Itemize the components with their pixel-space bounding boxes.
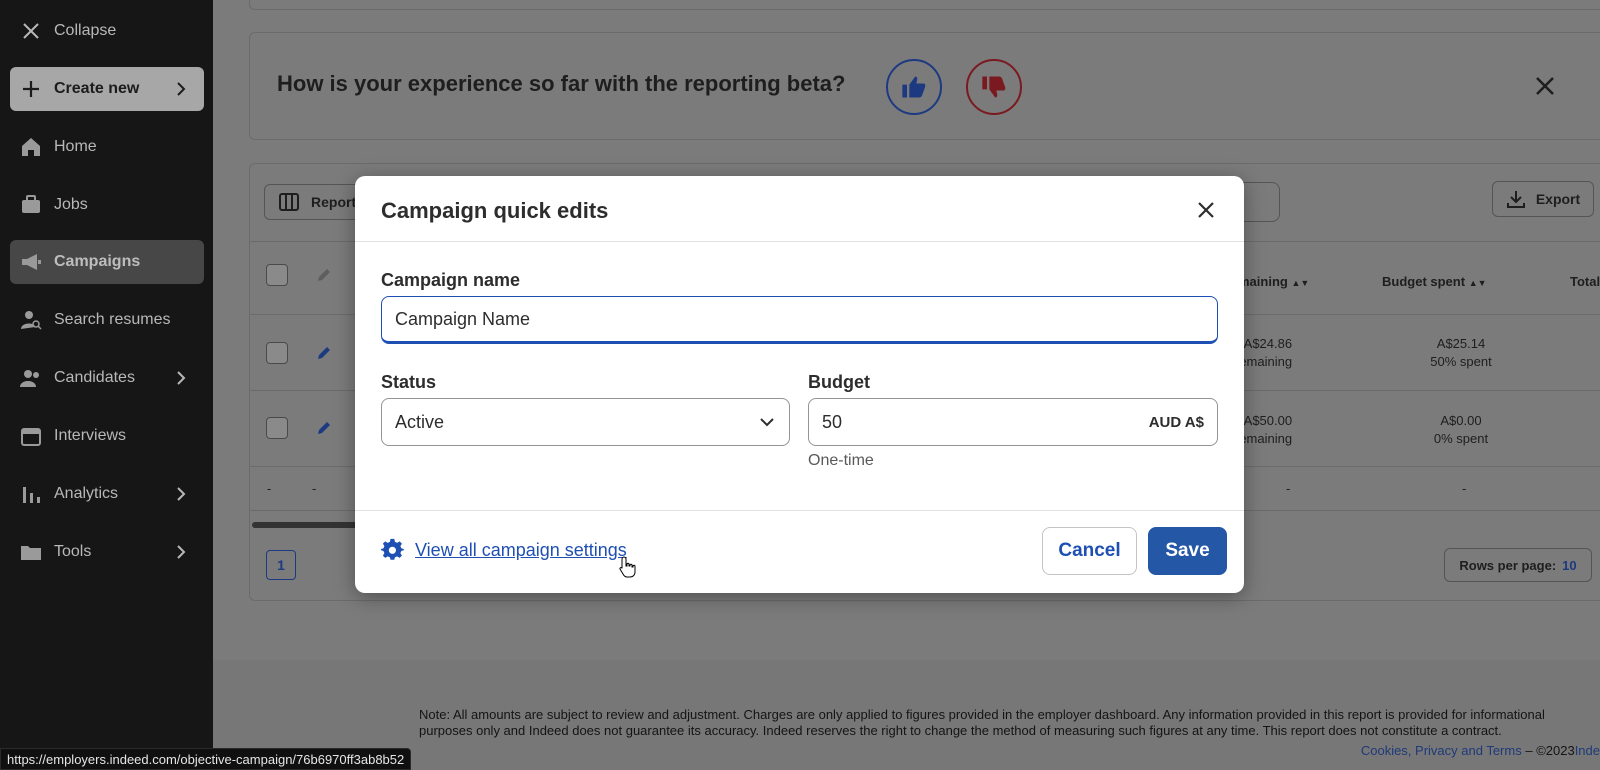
divider [355,241,1244,242]
chevron-right-icon [177,82,186,96]
sidebar-item-label: Campaigns [54,253,141,270]
rows-per-page-value: 10 [1562,557,1577,573]
hand-cursor-icon [619,556,636,578]
megaphone-icon [20,251,42,273]
horizontal-scrollbar[interactable] [252,522,362,528]
divider [355,510,1244,511]
campaign-name-input[interactable]: Campaign Name [381,296,1218,344]
dialog-title: Campaign quick edits [381,198,609,223]
totals-cell: - [267,481,272,496]
select-all-checkbox[interactable] [266,264,288,286]
sidebar-item-label: Interviews [54,427,127,444]
pencil-icon[interactable] [316,420,332,436]
sidebar-item-tools[interactable]: Tools [10,530,204,574]
table-cell-budget-spent: A$0.00 0% spent [1433,413,1489,446]
currency-suffix: AUD A$ [1148,413,1204,431]
campaign-name-value: Campaign Name [395,308,531,329]
sidebar-item-analytics[interactable]: Analytics [10,472,204,516]
budget-value: 50 [822,411,843,432]
settings-link-label: View all campaign settings [415,539,627,560]
top-card-edge [249,0,1600,10]
thumbs-up-icon [902,76,926,98]
thumbs-down-button[interactable] [966,59,1022,115]
footer-note: Note: All amounts are subject to review … [419,707,1545,738]
thumbs-down-icon [982,76,1006,98]
header-remaining[interactable]: maining ▲▼ [1238,274,1309,289]
footer-links: Cookies, Privacy and Terms – ©2023Inde [1361,743,1600,758]
calendar-icon [20,425,42,447]
plus-icon [20,78,42,100]
columns-icon [279,193,299,211]
rows-per-page-label: Rows per page: [1459,557,1557,573]
sidebar-item-label: Analytics [54,485,119,502]
sidebar-item-candidates[interactable]: Candidates [10,356,204,400]
dialog-close-button[interactable] [1194,198,1218,222]
cookies-privacy-terms-link[interactable]: Cookies, Privacy and Terms [1361,743,1522,758]
gear-icon [381,538,404,560]
folder-icon [20,541,42,563]
thumbs-up-button[interactable] [886,59,942,115]
budget-input[interactable]: 50 AUD A$ [808,398,1218,446]
sidebar-item-label: Home [54,138,97,155]
sidebar: Collapse Create new Home Jobs Campaigns … [0,0,213,770]
close-icon [1198,202,1214,218]
status-label: Status [381,372,437,392]
home-icon [20,136,42,158]
sidebar-item-search-resumes[interactable]: Search resumes [10,298,204,342]
header-budget-spent[interactable]: Budget spent ▲▼ [1382,274,1487,289]
header-total[interactable]: Total [1570,274,1600,289]
bar-chart-icon [20,483,42,505]
person-search-icon [20,309,42,331]
close-icon [20,20,42,42]
campaign-quick-edits-dialog: Campaign quick edits Campaign name Campa… [355,176,1244,593]
totals-cell: - [312,481,317,496]
pencil-icon[interactable] [316,345,332,361]
separator: – [1525,743,1537,758]
sidebar-item-label: Candidates [54,369,135,386]
chevron-right-icon [177,545,186,559]
export-button[interactable]: Export [1492,181,1594,217]
chevron-down-icon [760,418,774,427]
create-new-button[interactable]: Create new [10,67,204,111]
chevron-right-icon [177,487,186,501]
download-icon [1506,191,1525,208]
sidebar-item-home[interactable]: Home [10,125,204,169]
status-select[interactable]: Active [381,398,790,446]
sidebar-item-campaigns[interactable]: Campaigns [10,240,204,284]
briefcase-icon [20,194,42,216]
sidebar-item-label: Tools [54,543,92,560]
totals-cell: - [1286,481,1291,496]
row-checkbox[interactable] [266,342,288,364]
save-button[interactable]: Save [1148,527,1227,575]
sidebar-item-interviews[interactable]: Interviews [10,414,204,458]
row-checkbox[interactable] [266,417,288,439]
sidebar-item-label: Jobs [54,196,88,213]
sidebar-item-jobs[interactable]: Jobs [10,183,204,227]
sidebar-item-label: Collapse [54,22,117,39]
feedback-question: How is your experience so far with the r… [277,71,846,96]
table-cell-budget-spent: A$25.14 50% spent [1430,336,1492,369]
report-label: Report [311,194,357,210]
totals-cell: - [1462,481,1467,496]
cancel-button[interactable]: Cancel [1042,527,1137,575]
chevron-right-icon [177,371,186,385]
status-value: Active [395,411,445,432]
budget-hint: One-time [808,452,874,469]
rows-per-page-select[interactable]: Rows per page: 10 [1444,548,1592,582]
campaign-name-label: Campaign name [381,270,521,290]
brand-link[interactable]: Inde [1575,743,1600,758]
close-icon[interactable] [1534,75,1556,97]
status-bar-url: https://employers.indeed.com/objective-c… [0,748,412,770]
budget-label: Budget [808,372,870,392]
sidebar-item-label: Search resumes [54,311,171,328]
export-label: Export [1535,191,1581,207]
copyright: ©2023 [1536,743,1575,758]
feedback-banner: How is your experience so far with the r… [249,32,1600,140]
people-icon [20,367,42,389]
page-button[interactable]: 1 [266,550,296,580]
view-all-campaign-settings-link[interactable]: View all campaign settings [381,538,627,562]
sidebar-item-label: Create new [54,80,140,97]
sidebar-collapse[interactable]: Collapse [10,9,204,53]
pencil-icon [318,269,330,281]
